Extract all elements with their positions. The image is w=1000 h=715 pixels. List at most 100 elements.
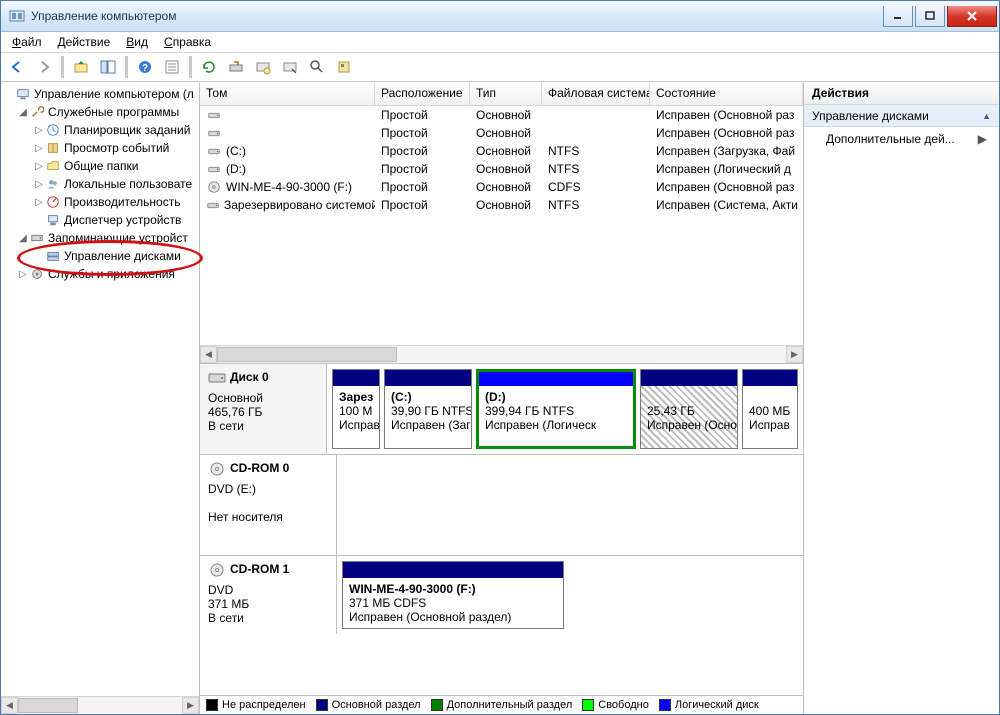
- scroll-left-icon[interactable]: ◀: [1, 697, 18, 714]
- actions-section[interactable]: Управление дисками ▲: [804, 105, 999, 127]
- tree-disk-management[interactable]: Управление дисками: [1, 247, 199, 265]
- rescan-button[interactable]: [224, 55, 248, 79]
- users-icon: [45, 176, 61, 192]
- window-title: Управление компьютером: [31, 9, 881, 23]
- tools-icon: [29, 104, 45, 120]
- menu-file[interactable]: Файл: [5, 34, 49, 50]
- tree-event-viewer[interactable]: ▷Просмотр событий: [1, 139, 199, 157]
- col-volume[interactable]: Том: [200, 83, 375, 105]
- menu-help[interactable]: Справка: [157, 34, 218, 50]
- menu-action[interactable]: Действие: [51, 34, 118, 50]
- device-icon: [45, 212, 61, 228]
- volume-icon: [206, 198, 220, 212]
- up-button[interactable]: [69, 55, 93, 79]
- col-status[interactable]: Состояние: [650, 83, 803, 105]
- tree-device-manager[interactable]: Диспетчер устройств: [1, 211, 199, 229]
- maximize-button[interactable]: [915, 6, 945, 27]
- volume-row[interactable]: WIN-ME-4-90-3000 (F:)ПростойОсновнойCDFS…: [200, 178, 803, 196]
- app-icon: [9, 8, 25, 24]
- tree-shared-folders[interactable]: ▷Общие папки: [1, 157, 199, 175]
- legend-swatch: [316, 699, 328, 711]
- volume-icon: [206, 108, 222, 122]
- disk-row: CD-ROM 1DVD371 МБВ сетиWIN-ME-4-90-3000 …: [200, 556, 803, 634]
- partition[interactable]: WIN-ME-4-90-3000 (F:)371 МБ CDFSИсправен…: [342, 561, 564, 629]
- forward-button[interactable]: [32, 55, 56, 79]
- tree-performance[interactable]: ▷Производительность: [1, 193, 199, 211]
- close-button[interactable]: [947, 6, 997, 27]
- collapse-icon: ▲: [982, 111, 991, 121]
- tree-services[interactable]: ▷Службы и приложения: [1, 265, 199, 283]
- menubar: Файл Действие Вид Справка: [1, 32, 999, 53]
- legend-swatch: [659, 699, 671, 711]
- scroll-left-icon[interactable]: ◀: [200, 346, 217, 363]
- volume-list: Том Расположение Тип Файловая система Со…: [200, 83, 803, 364]
- legend-swatch: [206, 699, 218, 711]
- col-type[interactable]: Тип: [470, 83, 542, 105]
- volume-icon: [206, 180, 222, 194]
- partition[interactable]: (D:)399,94 ГБ NTFSИсправен (Логическ: [476, 369, 636, 449]
- services-icon: [29, 266, 45, 282]
- volume-row[interactable]: ПростойОсновнойИсправен (Основной раз: [200, 106, 803, 124]
- volume-icon: [206, 126, 222, 140]
- clock-icon: [45, 122, 61, 138]
- folder-icon: [45, 158, 61, 174]
- volume-row[interactable]: (D:)ПростойОсновнойNTFSИсправен (Логичес…: [200, 160, 803, 178]
- volume-header[interactable]: Том Расположение Тип Файловая система Со…: [200, 83, 803, 106]
- col-fs[interactable]: Файловая система: [542, 83, 650, 105]
- scroll-right-icon[interactable]: ▶: [182, 697, 199, 714]
- refresh-button[interactable]: [197, 55, 221, 79]
- tree-storage[interactable]: ◢Запоминающие устройст: [1, 229, 199, 247]
- titlebar[interactable]: Управление компьютером: [1, 1, 999, 32]
- storage-icon: [29, 230, 45, 246]
- tree-scrollbar[interactable]: ◀ ▶: [1, 696, 199, 714]
- minimize-button[interactable]: [883, 6, 913, 27]
- toolbar-icon[interactable]: [278, 55, 302, 79]
- legend: Не распределен Основной раздел Дополните…: [200, 695, 803, 714]
- partition[interactable]: (C:)39,90 ГБ NTFSИсправен (Загруз: [384, 369, 472, 449]
- toolbar-icon[interactable]: [332, 55, 356, 79]
- tree-local-users[interactable]: ▷Локальные пользовате: [1, 175, 199, 193]
- disk-row: CD-ROM 0DVD (E:)Нет носителя: [200, 455, 803, 556]
- scroll-thumb[interactable]: [18, 698, 78, 713]
- tree[interactable]: Управление компьютером (л ◢Служебные про…: [1, 83, 199, 696]
- actions-header: Действия: [804, 83, 999, 105]
- volume-row[interactable]: Зарезервировано системойПростойОсновнойN…: [200, 196, 803, 214]
- volume-icon: [206, 162, 222, 176]
- tree-root[interactable]: Управление компьютером (л: [1, 85, 199, 103]
- search-icon[interactable]: [305, 55, 329, 79]
- show-hide-tree-button[interactable]: [96, 55, 120, 79]
- partition[interactable]: 25,43 ГБИсправен (Осно: [640, 369, 738, 449]
- perf-icon: [45, 194, 61, 210]
- actions-pane: Действия Управление дисками ▲ Дополнител…: [804, 83, 999, 714]
- volume-row[interactable]: (C:)ПростойОсновнойNTFSИсправен (Загрузк…: [200, 142, 803, 160]
- volume-row[interactable]: ПростойОсновнойИсправен (Основной раз: [200, 124, 803, 142]
- partition[interactable]: Зарез100 МИсправ: [332, 369, 380, 449]
- legend-swatch: [431, 699, 443, 711]
- cd-icon: [208, 461, 226, 480]
- scroll-right-icon[interactable]: ▶: [786, 346, 803, 363]
- actions-more[interactable]: Дополнительные дей... ▶: [804, 127, 999, 151]
- tree-system-tools[interactable]: ◢Служебные программы: [1, 103, 199, 121]
- col-layout[interactable]: Расположение: [375, 83, 470, 105]
- cd-icon: [208, 562, 226, 581]
- toolbar: ?: [1, 53, 999, 82]
- volume-scrollbar[interactable]: ◀ ▶: [200, 345, 803, 363]
- volume-icon: [206, 144, 222, 158]
- tree-pane: Управление компьютером (л ◢Служебные про…: [1, 83, 200, 714]
- computer-icon: [15, 86, 31, 102]
- disk-mgmt-icon: [45, 248, 61, 264]
- disk-row: Диск 0Основной465,76 ГБВ сетиЗарез100 МИ…: [200, 364, 803, 455]
- book-icon: [45, 140, 61, 156]
- tree-task-scheduler[interactable]: ▷Планировщик заданий: [1, 121, 199, 139]
- disk-icon: [208, 370, 226, 389]
- legend-swatch: [582, 699, 594, 711]
- scroll-thumb[interactable]: [217, 347, 397, 362]
- svg-text:?: ?: [142, 63, 148, 74]
- toolbar-icon[interactable]: [251, 55, 275, 79]
- menu-view[interactable]: Вид: [119, 34, 155, 50]
- partition[interactable]: 400 МБИсправ: [742, 369, 798, 449]
- back-button[interactable]: [5, 55, 29, 79]
- help-button[interactable]: ?: [133, 55, 157, 79]
- separator: [61, 56, 64, 78]
- properties-button[interactable]: [160, 55, 184, 79]
